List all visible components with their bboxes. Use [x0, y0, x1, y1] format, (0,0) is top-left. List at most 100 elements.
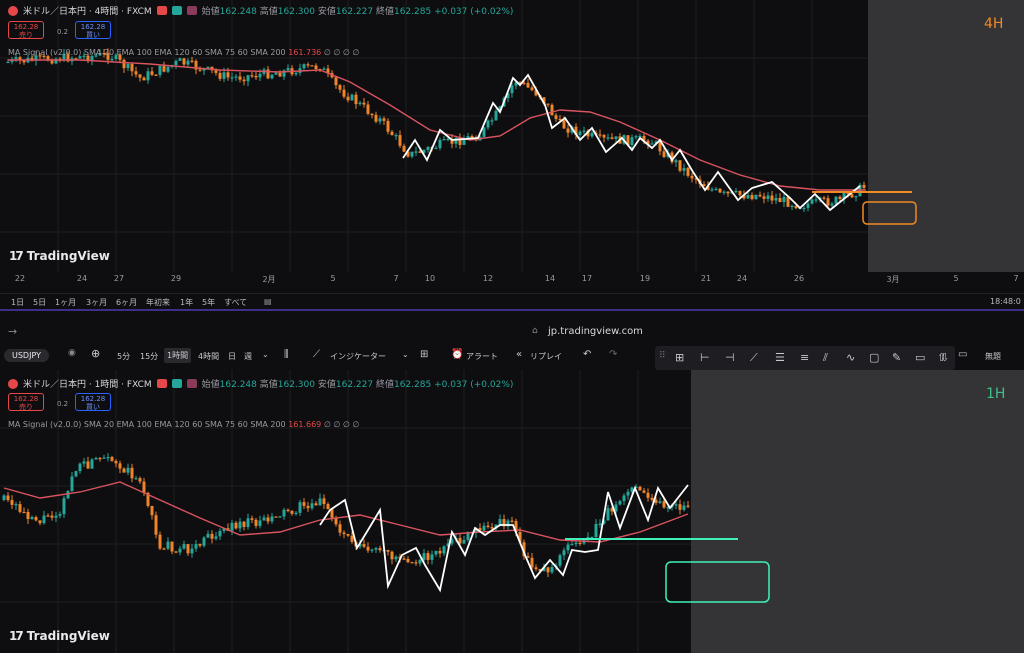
bottom-buy-button[interactable]: 162.28 買い — [75, 393, 111, 411]
candle-body — [446, 138, 450, 141]
url-text[interactable]: jp.tradingview.com — [548, 326, 643, 337]
range-6m[interactable]: 6ヶ月 — [116, 297, 137, 308]
candle-body — [134, 478, 138, 480]
zigzag-tool-icon[interactable]: ∿ — [846, 351, 855, 364]
interval-1w[interactable]: 週 — [244, 351, 252, 362]
top-symbol-title[interactable]: 米ドル／日本円 · 4時間 · FXCM — [23, 4, 152, 17]
fib-tool-icon[interactable]: ☰ — [775, 351, 785, 364]
candle-body — [290, 510, 294, 514]
range-1y[interactable]: 1年 — [180, 297, 193, 308]
range-1m[interactable]: 1ヶ月 — [55, 297, 76, 308]
top-buy-button[interactable]: 162.28 買い — [75, 21, 111, 39]
settings-icon[interactable]: ◉ — [68, 348, 76, 358]
top-sell-button[interactable]: 162.28 売り — [8, 21, 44, 39]
range-5d[interactable]: 5日 — [33, 297, 46, 308]
brush-tool-icon[interactable]: ✎ — [892, 351, 901, 364]
candle-body — [426, 553, 430, 560]
alert-icon[interactable]: ⏰ — [451, 349, 463, 360]
candle-body — [258, 520, 262, 526]
range-1d[interactable]: 1日 — [11, 297, 24, 308]
top-chart-canvas[interactable] — [0, 0, 1024, 290]
arrow-down-tool-icon[interactable]: ⇩ — [940, 351, 949, 364]
eye-icon[interactable] — [171, 379, 182, 388]
candle-body — [382, 118, 386, 121]
range-5y[interactable]: 5年 — [202, 297, 215, 308]
candle-body — [718, 188, 722, 193]
replay-button[interactable]: リプレイ — [530, 351, 562, 362]
flag-icon[interactable] — [156, 6, 167, 15]
interval-5m[interactable]: 5分 — [117, 351, 130, 362]
candle-body — [162, 548, 166, 550]
candle-body — [550, 104, 554, 116]
candle-body — [426, 147, 430, 150]
add-symbol-icon[interactable]: ⊕ — [91, 347, 100, 360]
candle-body — [386, 120, 390, 132]
candle-body — [174, 60, 178, 66]
candle-body — [362, 102, 366, 105]
comment-tool-icon[interactable]: ▭ — [915, 351, 925, 364]
candle-body — [618, 501, 622, 505]
candle-body — [42, 515, 46, 524]
candle-body — [778, 197, 782, 203]
symbol-search-button[interactable]: USDJPY — [4, 349, 49, 362]
arrow-right-icon[interactable]: → — [8, 325, 17, 338]
layout-name[interactable]: 無題 — [985, 351, 1001, 362]
candle-body — [434, 550, 438, 555]
indicators-icon[interactable]: ⟋ — [313, 349, 320, 360]
range-3m[interactable]: 3ヶ月 — [86, 297, 107, 308]
candle-body — [282, 509, 286, 517]
candle-body — [826, 198, 830, 206]
date-range-icon[interactable]: ▤ — [264, 297, 272, 306]
range-all[interactable]: すべて — [224, 297, 247, 308]
interval-1h[interactable]: 1時間 — [164, 348, 192, 363]
equal-icon[interactable] — [186, 6, 197, 15]
bottom-symbol-title[interactable]: 米ドル／日本円 · 1時間 · FXCM — [23, 377, 152, 390]
top-candles — [6, 48, 866, 213]
candle-body — [38, 520, 42, 524]
bottom-indicator-legend[interactable]: MA Signal (v2.0.0) SMA 20 EMA 100 EMA 12… — [8, 420, 359, 429]
alert-button[interactable]: アラート — [466, 351, 498, 362]
ray-tool-icon[interactable]: ⊣ — [725, 351, 735, 364]
trend-tool-icon[interactable]: ⟋ — [750, 351, 758, 365]
rect-tool-icon[interactable]: ▢ — [869, 351, 879, 364]
candle-type-icon[interactable]: ⫼ — [284, 349, 289, 360]
parallel-tool-icon[interactable]: ⫽ — [823, 351, 828, 365]
candle-body — [442, 546, 446, 554]
top-ma-line — [8, 59, 866, 191]
candle-body — [574, 542, 578, 545]
candle-body — [270, 516, 274, 522]
layout-icon[interactable]: ▭ — [958, 349, 967, 360]
chevron-down-icon[interactable]: ⌄ — [262, 350, 269, 359]
candle-body — [134, 71, 138, 75]
tradingview-logo-icon: 17 — [9, 629, 24, 643]
indicators-chevron-icon[interactable]: ⌄ — [402, 350, 409, 359]
candle-body — [410, 151, 414, 157]
candle-body — [322, 68, 326, 71]
grid-tool-icon[interactable]: ⊞ — [675, 351, 684, 364]
hline-tool-icon[interactable]: ⊢ — [700, 351, 710, 364]
candle-body — [106, 457, 110, 459]
candle-body — [350, 94, 354, 101]
bottom-chart-canvas[interactable] — [0, 370, 1024, 653]
candle-body — [690, 175, 694, 179]
interval-4h[interactable]: 4時間 — [198, 351, 219, 362]
flag-icon[interactable] — [156, 379, 167, 388]
equal-icon[interactable] — [186, 379, 197, 388]
bottom-sell-button[interactable]: 162.28 売り — [8, 393, 44, 411]
undo-icon[interactable]: ↶ — [583, 349, 591, 360]
layout-grid-icon[interactable]: ⊞ — [420, 349, 428, 360]
range-ytd[interactable]: 年初来 — [146, 297, 170, 308]
interval-15m[interactable]: 15分 — [140, 351, 158, 362]
indicators-button[interactable]: インジケーター — [330, 351, 386, 362]
candle-body — [334, 77, 338, 86]
candle-body — [306, 64, 310, 66]
candle-body — [46, 515, 50, 517]
redo-icon[interactable]: ↷ — [609, 349, 617, 360]
candle-body — [54, 515, 58, 518]
channel-tool-icon[interactable]: ≡ — [800, 351, 809, 364]
eye-icon[interactable] — [171, 6, 182, 15]
drag-handle-icon[interactable]: ⠿ — [659, 351, 666, 361]
top-indicator-legend[interactable]: MA Signal (v2.0.0) SMA 20 EMA 100 EMA 12… — [8, 48, 359, 57]
replay-icon[interactable]: « — [516, 349, 522, 360]
interval-1d[interactable]: 日 — [228, 351, 236, 362]
